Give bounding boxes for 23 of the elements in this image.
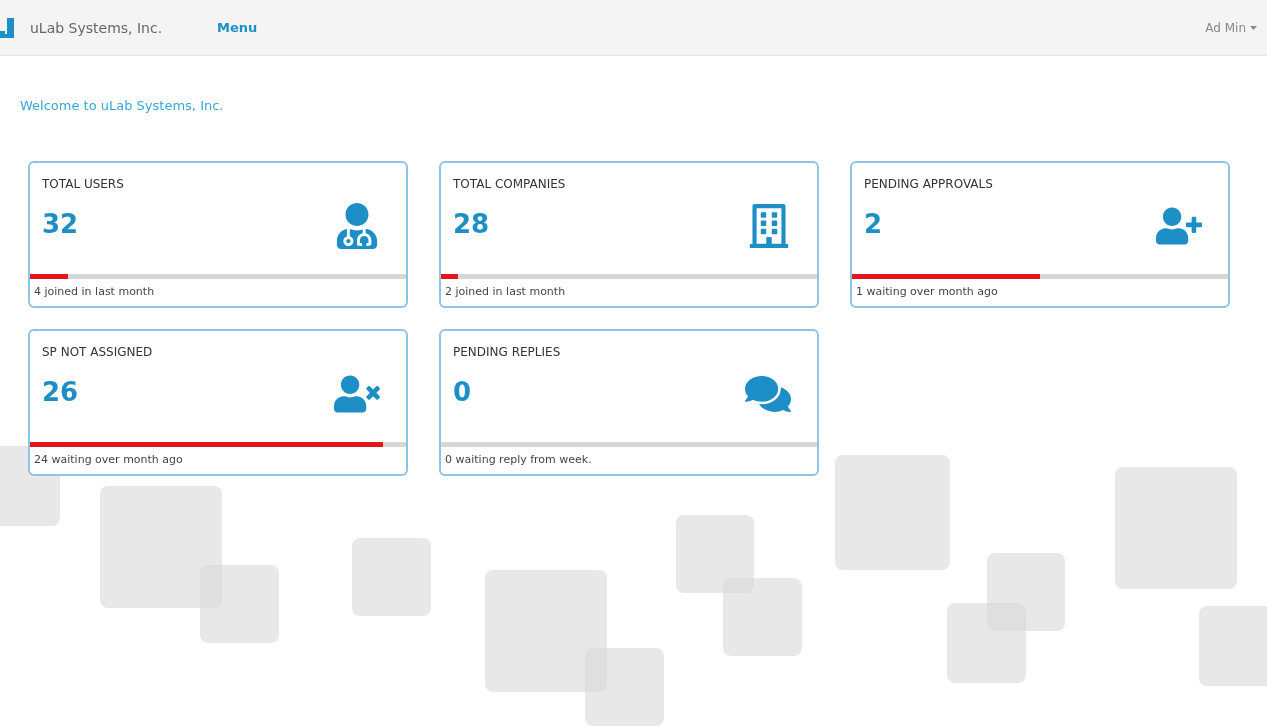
card-title: TOTAL USERS [42, 177, 125, 191]
card-title: SP NOT ASSIGNED [42, 345, 154, 359]
card-footer-text: 1 waiting over month ago [855, 284, 999, 300]
card-value: 26 [42, 377, 80, 407]
card-title: TOTAL COMPANIES [453, 177, 567, 191]
card-value: 2 [864, 209, 884, 239]
user-menu-button[interactable]: Ad Min [1205, 20, 1257, 35]
card-value: 0 [453, 377, 473, 407]
card-footer-text: 24 waiting over month ago [33, 452, 184, 468]
card-value: 32 [42, 209, 80, 239]
menu-link[interactable]: Menu [217, 20, 258, 35]
logo-icon [0, 17, 16, 38]
card-footer-text: 4 joined in last month [33, 284, 156, 300]
welcome-message: Welcome to uLab Systems, Inc. [20, 98, 225, 113]
card-value: 28 [453, 209, 491, 239]
brand-name: uLab Systems, Inc. [30, 19, 164, 36]
card-footer-text: 0 waiting reply from week. [444, 452, 593, 468]
doctor-icon [334, 202, 380, 249]
card-title: PENDING REPLIES [453, 345, 562, 359]
card-footer-text: 2 joined in last month [444, 284, 567, 300]
building-icon [747, 203, 791, 248]
caret-icon [1250, 25, 1257, 30]
card-title: PENDING APPROVALS [864, 177, 994, 191]
